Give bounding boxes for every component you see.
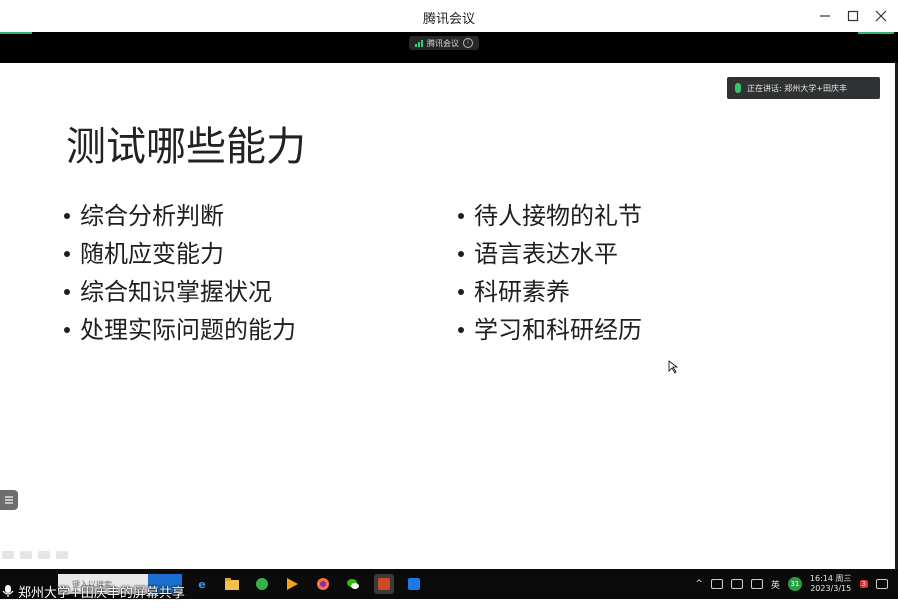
close-icon [875,10,887,22]
bullet-text: 科研素养 [474,278,570,306]
window-titlebar: 腾讯会议 [0,0,898,33]
bullet-text: 处理实际问题的能力 [80,316,296,344]
bullet-item: 学习和科研经历 [458,311,642,349]
bullet-text: 语言表达水平 [474,240,618,268]
window-title: 腾讯会议 [422,12,475,27]
network-icon[interactable] [710,579,723,589]
tool-icon [2,551,14,559]
bullet-dot [458,327,464,333]
list-icon [5,496,13,504]
info-icon[interactable]: i [463,38,473,48]
bullet-item: 科研素养 [458,273,642,311]
faded-annotation-tools [2,551,68,559]
tool-icon [20,551,32,559]
maximize-button[interactable] [842,6,864,26]
speaking-indicator: 正在讲话: 郑州大学+田庆丰 [727,77,880,99]
notification-badge[interactable]: 31 [787,577,802,591]
clock-time: 16:14 周三 [809,574,852,583]
bullet-dot [458,289,464,295]
right-accent-line [858,32,894,34]
bullet-item: 待人接物的礼节 [458,197,642,235]
bullet-dot [458,213,464,219]
edge-icon[interactable]: e [192,574,212,594]
minimize-icon [820,15,830,17]
system-tray: ^ 英 31 16:14 周三 2023/3/15 3 [695,574,888,594]
bullet-text: 综合知识掌握状况 [80,278,272,306]
bullet-item: 处理实际问题的能力 [64,311,296,349]
bullet-text: 学习和科研经历 [474,316,642,344]
microphone-icon [2,585,14,597]
firefox-icon[interactable] [313,574,333,594]
speaking-text: 正在讲话: 郑州大学+田庆丰 [747,83,847,93]
media-player-icon[interactable] [282,574,302,594]
bullet-text: 待人接物的礼节 [474,202,642,230]
file-explorer-icon[interactable] [222,574,242,594]
clock[interactable]: 16:14 周三 2023/3/15 [810,574,852,594]
left-bullet-list: 综合分析判断 随机应变能力 综合知识掌握状况 处理实际问题的能力 [64,197,296,349]
left-accent-line [0,32,32,34]
bullet-text: 综合分析判断 [80,202,224,230]
bullet-item: 随机应变能力 [64,235,296,273]
tool-icon [38,551,50,559]
bullet-item: 语言表达水平 [458,235,642,273]
app-green-icon[interactable] [252,574,272,594]
right-bullet-list: 待人接物的礼节 语言表达水平 科研素养 学习和科研经历 [458,197,642,349]
clock-date: 2023/3/15 [810,584,852,593]
action-center-badge[interactable]: 3 [859,580,868,588]
ime-indicator[interactable]: 英 [771,578,780,591]
maximize-icon [847,10,859,22]
close-button[interactable] [870,6,892,26]
volume-icon[interactable] [730,579,743,589]
bullet-dot [64,289,70,295]
bullet-item: 综合分析判断 [64,197,296,235]
powerpoint-icon[interactable] [374,574,394,594]
side-toolbar-toggle[interactable] [0,490,18,510]
screen-share-caption: 郑州大学+田庆丰的屏幕共享 [0,580,185,602]
wechat-icon[interactable] [343,574,363,594]
signal-icon [415,39,423,47]
bullet-dot [64,327,70,333]
meeting-info-pill[interactable]: 腾讯会议 i [409,36,479,50]
mic-icon [735,83,741,93]
bullet-dot [64,251,70,257]
action-center-icon[interactable] [876,579,888,589]
meeting-top-bar: 腾讯会议 i [0,32,898,63]
minimize-button[interactable] [814,6,836,26]
slide-title: 测试哪些能力 [66,124,306,170]
window-controls [814,6,892,26]
tencent-meeting-icon[interactable] [404,574,424,594]
chevron-up-icon[interactable]: ^ [695,579,703,589]
bullet-item: 综合知识掌握状况 [64,273,296,311]
share-caption-text: 郑州大学+田庆丰的屏幕共享 [18,585,185,601]
bullet-dot [64,213,70,219]
keyboard-icon[interactable] [750,579,763,589]
meeting-label: 腾讯会议 [427,38,459,48]
bullet-text: 随机应变能力 [80,240,224,268]
mouse-cursor-icon [668,360,678,374]
tool-icon [56,551,68,559]
bullet-dot [458,251,464,257]
